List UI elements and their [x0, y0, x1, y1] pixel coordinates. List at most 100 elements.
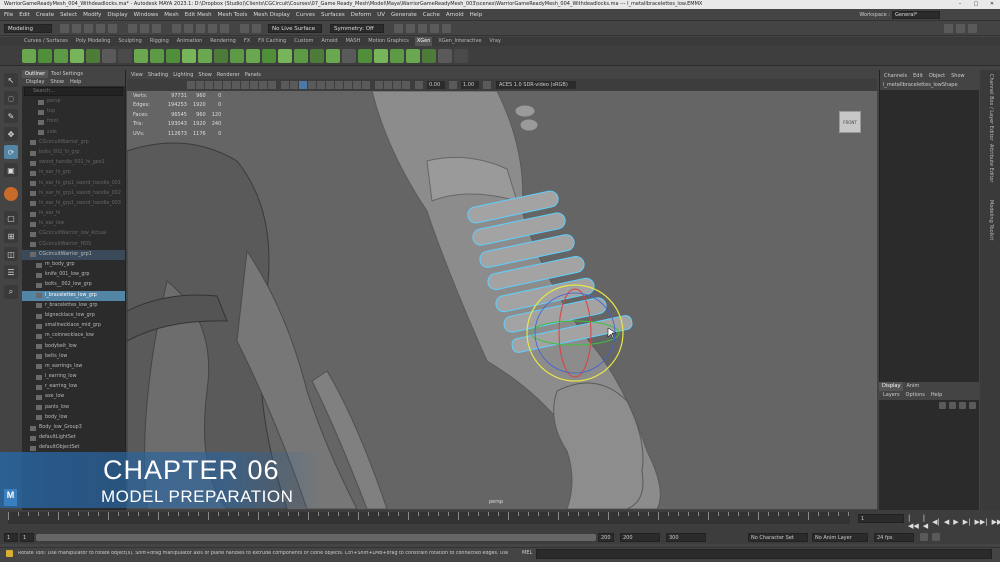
outliner-item[interactable]: CGcircuitWarrior_grp [22, 138, 125, 148]
animation-end2-field[interactable]: 300 [666, 533, 706, 542]
menu-file[interactable]: File [4, 12, 13, 18]
menu-select[interactable]: Select [60, 12, 77, 18]
outliner-item[interactable]: front [22, 117, 125, 127]
xray-components-icon[interactable] [402, 81, 410, 89]
snap-surface-icon[interactable] [220, 24, 229, 33]
outliner-item[interactable]: CGcircuitWarrior_grp1 [22, 249, 125, 260]
view-cube[interactable]: FRONT [839, 111, 861, 133]
redo-icon[interactable] [108, 24, 117, 33]
viewport-menu-lighting[interactable]: Lighting [173, 72, 193, 78]
xray-joints-icon[interactable] [393, 81, 401, 89]
render-current-icon[interactable] [406, 24, 415, 33]
symmetry-dropdown[interactable]: Symmetry: Off [330, 24, 384, 33]
single-pane-layout-icon[interactable]: ▢ [4, 211, 18, 225]
smooth-shade-icon[interactable] [290, 81, 298, 89]
safe-title-icon[interactable] [268, 81, 276, 89]
snap-point-icon[interactable] [196, 24, 205, 33]
gamma-icon[interactable] [449, 81, 457, 89]
outliner-item[interactable]: bolts_002_hi_grp [22, 148, 125, 158]
playback-end-field[interactable]: 200 [598, 533, 614, 542]
outliner-search-input[interactable]: Search... [24, 87, 123, 96]
xgen-library-icon[interactable] [454, 48, 468, 63]
menu-modify[interactable]: Modify [83, 12, 101, 18]
lasso-tool-icon[interactable]: ◌ [4, 91, 18, 105]
side-tab-attribute-editor[interactable]: Attribute Editor [988, 144, 994, 182]
outliner-item[interactable]: hi_ear_hi_grp [22, 168, 125, 178]
menu-generate[interactable]: Generate [391, 12, 417, 18]
outliner-menu-display[interactable]: Display [26, 78, 44, 86]
xgen-brush-icon[interactable] [118, 48, 132, 63]
outliner-item[interactable]: hi_ear_hi [22, 209, 125, 219]
outliner-item[interactable]: sword_handle_001_hi_geo1 [22, 158, 125, 168]
two-pane-layout-icon[interactable]: ◫ [4, 247, 18, 261]
xgen-sculpt-icon[interactable] [182, 48, 196, 63]
tab-anim-layers[interactable]: Anim [903, 382, 922, 391]
save-scene-icon[interactable] [84, 24, 93, 33]
shelf-tab-rigging[interactable]: Rigging [148, 37, 171, 46]
xgen-interactive-icon[interactable] [422, 48, 436, 63]
live-surface-dropdown[interactable]: No Live Surface [268, 24, 322, 33]
outliner-item[interactable]: m_coinnecklace_low [22, 331, 125, 341]
isolate-select-icon[interactable] [375, 81, 383, 89]
soft-select-icon[interactable] [4, 187, 18, 201]
layers-menu-help[interactable]: Help [931, 391, 942, 400]
menu-uv[interactable]: UV [377, 12, 385, 18]
mel-command-input[interactable] [536, 549, 992, 559]
shelf-tab-rendering[interactable]: Rendering [208, 37, 238, 46]
four-pane-layout-icon[interactable]: ⊞ [4, 229, 18, 243]
image-plane-icon[interactable] [205, 81, 213, 89]
tab-display-layers[interactable]: Display [879, 382, 904, 391]
search-tool-icon[interactable]: ⌕ [4, 285, 18, 299]
new-empty-layer-icon[interactable] [959, 402, 966, 409]
outliner-item[interactable]: top [22, 107, 125, 117]
side-tab-modeling-toolkit[interactable]: Modeling Toolkit [988, 200, 994, 240]
field-chart-icon[interactable] [250, 81, 258, 89]
go-to-end-icon[interactable]: ▶▶| [992, 518, 1000, 526]
fps-dropdown[interactable]: 24 fps [874, 533, 914, 542]
shelf-tab-vray[interactable]: Vray [487, 37, 503, 46]
shelf-tab-poly-modeling[interactable]: Poly Modeling [74, 37, 113, 46]
play-backwards-icon[interactable]: ◀ [944, 518, 949, 526]
outliner-item[interactable]: r_earring_low [22, 382, 125, 392]
resolution-gate-icon[interactable] [232, 81, 240, 89]
xgen-density-icon[interactable] [198, 48, 212, 63]
minimize-icon[interactable]: – [952, 0, 968, 9]
xgen-part-icon[interactable] [310, 48, 324, 63]
xgen-mirror-icon[interactable] [374, 48, 388, 63]
depth-of-field-icon[interactable] [362, 81, 370, 89]
mel-label[interactable]: MEL [522, 550, 532, 556]
undo-icon[interactable] [96, 24, 105, 33]
channels-menu-edit[interactable]: Edit [913, 70, 923, 80]
paint-select-tool-icon[interactable]: ✎ [4, 109, 18, 123]
viewport-menu-panels[interactable]: Panels [245, 72, 261, 78]
shelf-tab-fx-caching[interactable]: FX Caching [256, 37, 288, 46]
step-forward-frame-icon[interactable]: ▶| [963, 518, 971, 526]
menu-deform[interactable]: Deform [351, 12, 371, 18]
shelf-tab-curves-surfaces[interactable]: Curves / Surfaces [22, 37, 70, 46]
outliner-layout-icon[interactable]: ☰ [4, 265, 18, 279]
close-icon[interactable]: ✕ [984, 0, 1000, 9]
menu-help[interactable]: Help [470, 12, 483, 18]
xgen-collide-icon[interactable] [406, 48, 420, 63]
xgen-settings-icon[interactable] [438, 48, 452, 63]
outliner-item[interactable]: bignecklace_low_grp [22, 311, 125, 321]
menu-display[interactable]: Display [107, 12, 127, 18]
outliner-item[interactable]: Body_low_Group3 [22, 423, 125, 433]
render-settings-icon[interactable] [430, 24, 439, 33]
select-component-icon[interactable] [152, 24, 161, 33]
outliner-item[interactable]: axe_low [22, 392, 125, 402]
viewport-menu-show[interactable]: Show [198, 72, 212, 78]
shelf-tab-fx[interactable]: FX [242, 37, 252, 46]
outliner-item[interactable]: body_low [22, 413, 125, 423]
channels-menu-object[interactable]: Object [929, 70, 945, 80]
exposure-field[interactable]: 0.00 [427, 81, 445, 89]
animation-end-field[interactable]: 200 [620, 533, 660, 542]
shelf-tab-custom[interactable]: Custom [292, 37, 315, 46]
xgen-create-icon[interactable] [22, 48, 36, 63]
gate-mask-icon[interactable] [241, 81, 249, 89]
character-set-dropdown[interactable]: No Character Set [748, 533, 808, 542]
shelf-tab-xgen-interactive[interactable]: XGen_Interactive [436, 37, 483, 46]
xgen-freeze-icon[interactable] [326, 48, 340, 63]
outliner-item[interactable]: CGcircuitWarrior_HDS [22, 240, 125, 250]
xgen-primitive-icon[interactable] [102, 48, 116, 63]
